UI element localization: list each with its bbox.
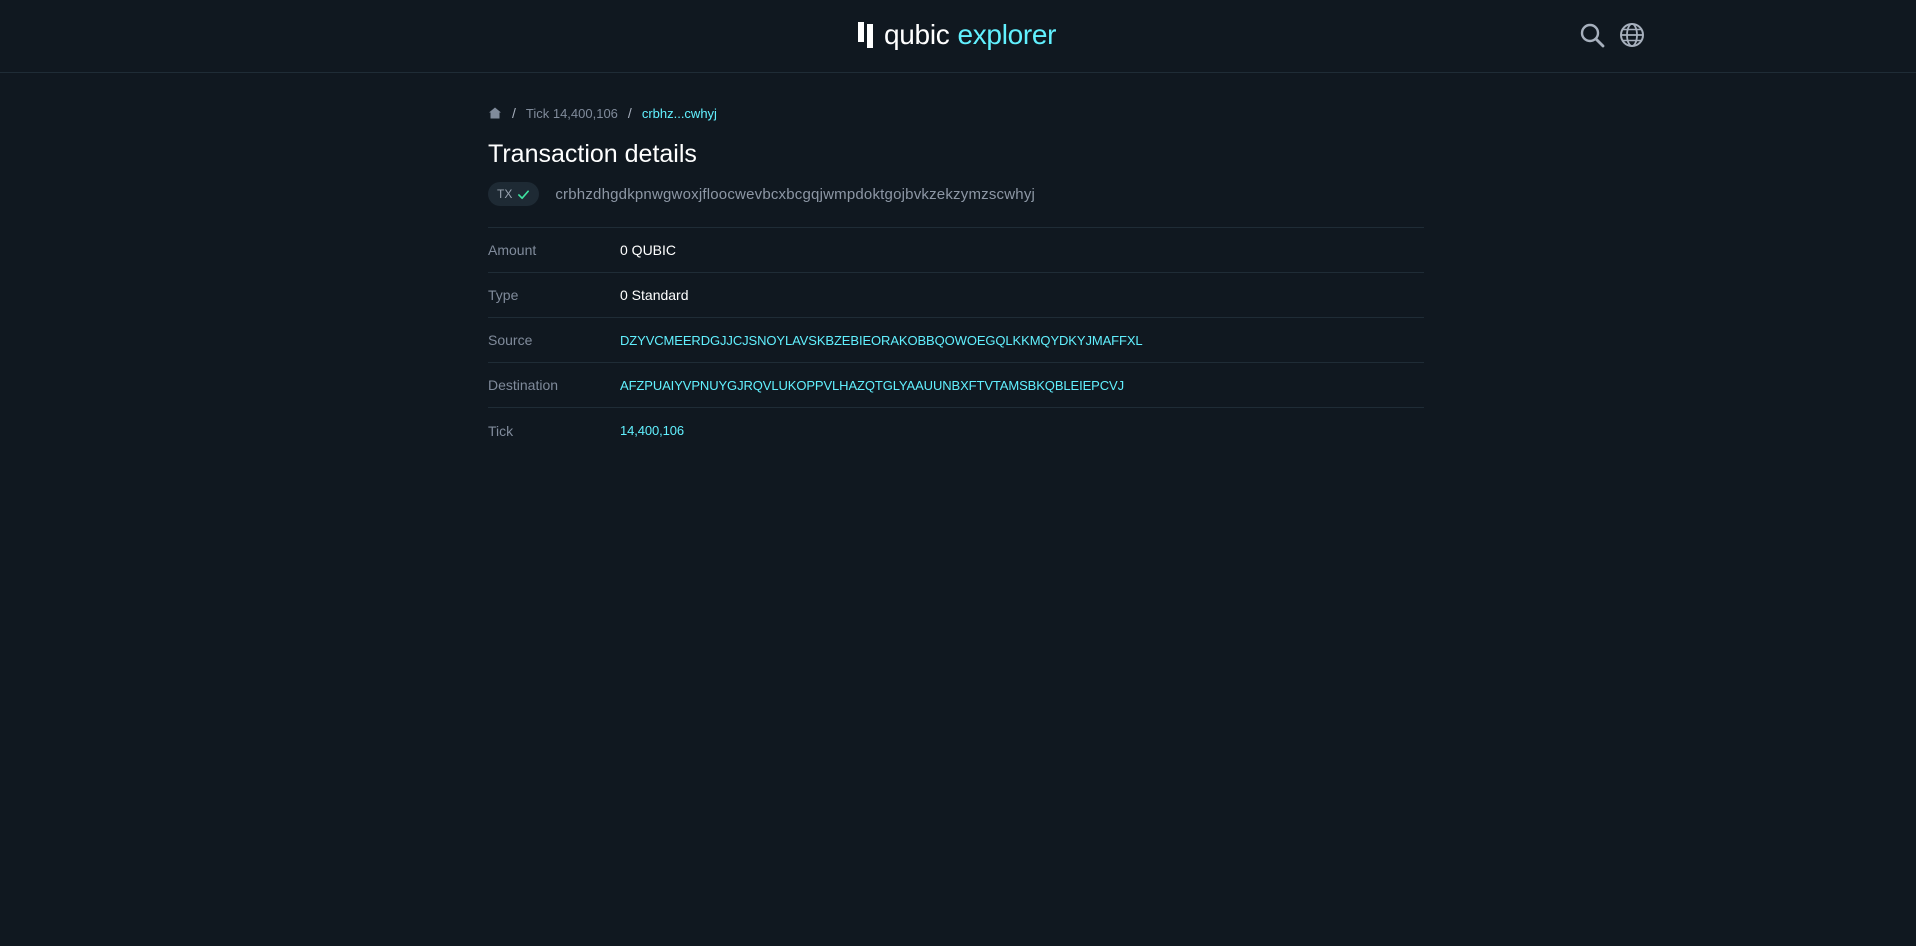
tx-badge-label: TX bbox=[497, 187, 513, 201]
detail-label: Type bbox=[488, 287, 519, 303]
detail-label: Amount bbox=[488, 242, 537, 258]
breadcrumb-separator: / bbox=[512, 105, 516, 121]
detail-label: Destination bbox=[488, 377, 559, 393]
home-icon[interactable] bbox=[488, 106, 502, 120]
breadcrumb-tick-link[interactable]: Tick 14,400,106 bbox=[526, 106, 618, 121]
search-button[interactable] bbox=[1578, 21, 1606, 49]
main-content: / Tick 14,400,106 / crbhz...cwhyj Transa… bbox=[488, 105, 1424, 453]
transaction-details-table: Amount 0 QUBIC Type 0 Standard Source DZ… bbox=[488, 227, 1424, 453]
detail-row-amount: Amount 0 QUBIC bbox=[488, 228, 1424, 273]
check-icon bbox=[518, 189, 530, 199]
transaction-hash: crbhzdhgdkpnwgwoxjfloocwevbcxbcgqjwmpdok… bbox=[555, 185, 1036, 203]
globe-icon bbox=[1620, 23, 1644, 47]
breadcrumb-separator: / bbox=[627, 105, 632, 121]
site-logo[interactable]: qubic explorer bbox=[858, 18, 1057, 52]
destination-address-link[interactable]: AFZPUAIYVPNUYGJRQVLUKOPPVLHAZQTGLYAAUUNB… bbox=[620, 378, 1124, 393]
tick-link[interactable]: 14,400,106 bbox=[620, 423, 684, 438]
page-title: Transaction details bbox=[488, 140, 697, 168]
detail-row-type: Type 0 Standard bbox=[488, 273, 1424, 318]
logo-text-primary: qubic bbox=[884, 19, 950, 50]
search-icon bbox=[1580, 23, 1605, 48]
tx-status-badge: TX bbox=[488, 182, 540, 206]
type-value: 0 Standard bbox=[620, 287, 689, 303]
detail-label: Source bbox=[488, 332, 533, 348]
detail-row-tick: Tick 14,400,106 bbox=[488, 408, 1424, 453]
transaction-id-row: TX crbhzdhgdkpnwgwoxjfloocwevbcxbcgqjwmp… bbox=[488, 181, 1424, 207]
detail-row-source: Source DZYVCMEERDGJJCJSNOYLAVSKBZEBIEORA… bbox=[488, 318, 1424, 363]
source-address-link[interactable]: DZYVCMEERDGJJCJSNOYLAVSKBZEBIEORAKOBBQOW… bbox=[620, 333, 1143, 348]
top-header: qubic explorer bbox=[0, 0, 1916, 73]
detail-label: Tick bbox=[488, 422, 514, 439]
breadcrumb-current: crbhz...cwhyj bbox=[641, 105, 717, 121]
language-button[interactable] bbox=[1618, 21, 1646, 49]
breadcrumb: / Tick 14,400,106 / crbhz...cwhyj bbox=[488, 105, 1424, 121]
qubic-logo-icon bbox=[858, 22, 873, 48]
amount-value: 0 QUBIC bbox=[620, 242, 677, 258]
logo-text-secondary: explorer bbox=[957, 19, 1057, 50]
detail-row-destination: Destination AFZPUAIYVPNUYGJRQVLUKOPPVLHA… bbox=[488, 363, 1424, 408]
